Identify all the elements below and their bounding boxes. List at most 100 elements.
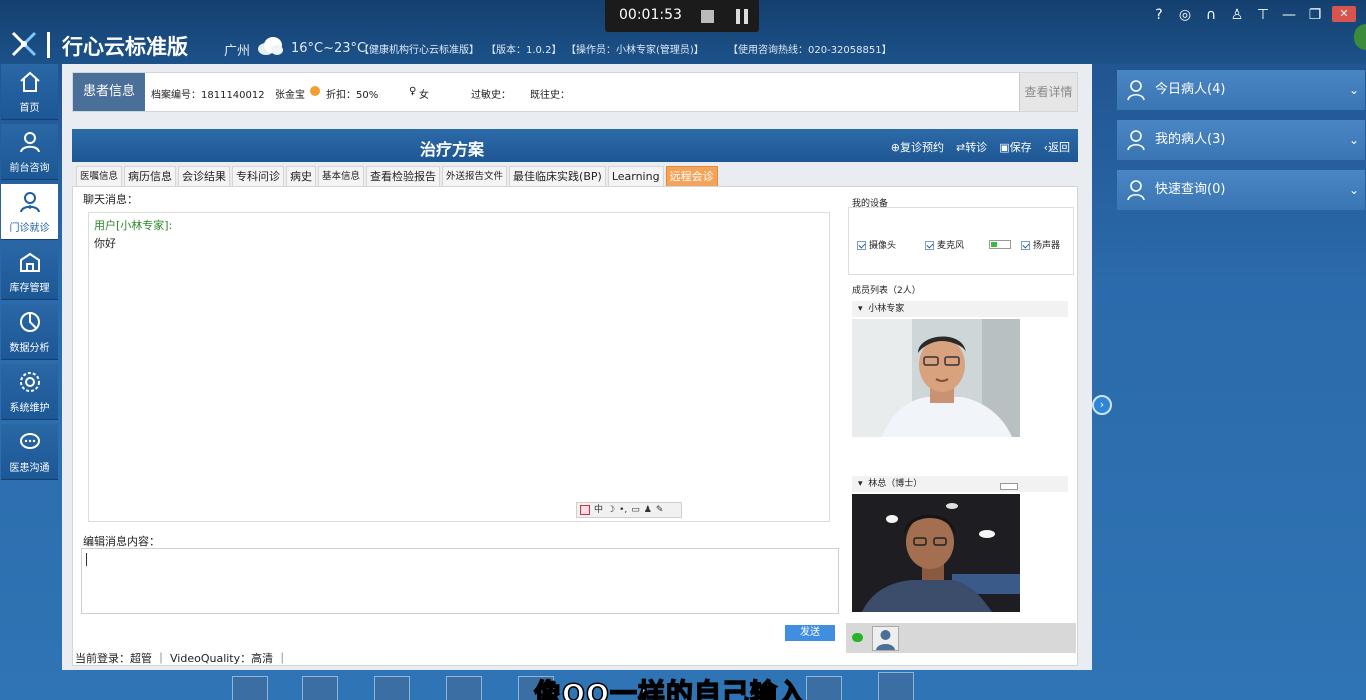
close-icon[interactable]: ✕	[1332, 6, 1356, 22]
nav-item-reception[interactable]: 前台咨询	[1, 124, 58, 180]
toolbar-window-icon[interactable]	[302, 676, 338, 700]
recording-time: 00:01:53	[619, 7, 682, 23]
transfer-button[interactable]: ⇄转诊	[956, 139, 987, 155]
tab-orders[interactable]: 医嘱信息	[76, 166, 123, 186]
member-row[interactable]: ▾ 林总（博士）	[852, 476, 1068, 492]
member-name: 小林专家	[868, 304, 905, 314]
punctuation-icon[interactable]: •,	[619, 503, 627, 517]
wechat-icon[interactable]: ◎	[1176, 6, 1194, 24]
wrench-icon[interactable]: ✎	[656, 503, 664, 517]
message-text: 你好	[94, 237, 116, 250]
user-avatar-icon	[876, 630, 895, 650]
toolbar-report-icon[interactable]	[232, 676, 268, 700]
chat-toolbar: 中 ☽ •, ▭ ♟ ✎	[576, 502, 682, 518]
person-icon[interactable]: ♟	[644, 503, 652, 517]
tab-best-practice[interactable]: 最佳临床实践(BP)	[509, 166, 606, 186]
app-title: 行心云标准版	[62, 35, 188, 59]
plan-title: 治疗方案	[419, 140, 484, 159]
shirt-icon[interactable]: ⊤	[1254, 6, 1272, 24]
message-input[interactable]	[81, 548, 839, 614]
history-label: 既往史：	[530, 90, 570, 101]
tab-consult-result[interactable]: 会诊结果	[178, 166, 231, 186]
chat-messages[interactable]: 用户[小林专家]: 你好 中 ☽ •, ▭ ♟ ✎	[88, 212, 830, 522]
temperature-label: 16°C~23°C	[291, 41, 367, 56]
doctor-icon	[19, 192, 40, 213]
member-name: 林总（博士）	[868, 479, 923, 489]
nav-label: 系统维护	[9, 403, 50, 414]
tab-strip: 医嘱信息 病历信息 会诊结果 专科问诊 病史 基本信息 查看检验报告 外送报告文…	[76, 166, 718, 186]
restore-icon[interactable]: ❐	[1306, 6, 1324, 24]
chinese-input-icon[interactable]: 中	[594, 503, 603, 517]
left-nav: 首页 前台咨询 门诊就诊 库存管理 数据分析 系统维护 医患沟通	[0, 64, 60, 700]
nav-item-home[interactable]: 首页	[1, 64, 58, 120]
plus-icon: ⊕	[890, 141, 900, 154]
save-button[interactable]: ▣保存	[999, 139, 1031, 155]
my-patients-item[interactable]: 我的病人(3) ⌄	[1117, 120, 1365, 160]
reception-icon	[19, 132, 40, 153]
nav-label: 首页	[19, 103, 40, 114]
back-button[interactable]: ‹返回	[1044, 139, 1070, 155]
speaker-checkbox[interactable]: 扬声器	[1021, 238, 1060, 251]
view-detail-button[interactable]: 查看详情	[1019, 73, 1077, 111]
keyboard-icon[interactable]: ▭	[631, 503, 640, 517]
video-feed	[852, 494, 1020, 612]
moon-icon[interactable]: ☽	[607, 503, 615, 517]
video-feed	[852, 319, 1020, 437]
quick-search-item[interactable]: 快速查询(0) ⌄	[1117, 170, 1365, 210]
headset-icon[interactable]: ∩	[1202, 6, 1220, 24]
patient-name: 张金宝	[275, 90, 305, 101]
help-icon[interactable]: ?	[1150, 6, 1168, 24]
consult-content: 聊天消息： 用户[小林专家]: 你好 中 ☽ •, ▭ ♟ ✎ 编辑消息内容： …	[72, 186, 1078, 666]
patient-icon	[1127, 80, 1145, 101]
chat-label: 聊天消息：	[83, 193, 138, 206]
version-label: 【版本：1.0.2】	[486, 45, 562, 56]
logo-separator	[47, 32, 50, 58]
followup-button[interactable]: ⊕复诊预约	[891, 139, 944, 155]
home-icon	[19, 71, 40, 92]
checkbox-icon	[857, 241, 866, 250]
nav-item-system[interactable]: 系统维护	[1, 364, 58, 420]
toolbar-edit-icon[interactable]	[878, 672, 914, 700]
transfer-icon: ⇄	[955, 141, 966, 154]
today-patients-item[interactable]: 今日病人(4) ⌄	[1117, 70, 1365, 110]
save-label: 保存	[1009, 141, 1032, 154]
chevron-down-icon: ⌄	[1348, 83, 1359, 97]
tab-basic-info[interactable]: 基本信息	[318, 166, 365, 186]
transfer-label: 转诊	[965, 141, 988, 154]
tab-specialty[interactable]: 专科问诊	[232, 166, 285, 186]
nav-item-outpatient[interactable]: 门诊就诊	[1, 184, 58, 240]
tab-lab-report[interactable]: 查看检验报告	[366, 166, 441, 186]
tab-history[interactable]: 病史	[286, 166, 317, 186]
chevron-down-icon: ⌄	[1348, 183, 1359, 197]
warehouse-icon	[19, 252, 40, 272]
toolbar-calendar-icon[interactable]	[446, 676, 482, 700]
toolbar-tool-icon[interactable]	[806, 676, 842, 700]
minimize-icon[interactable]: —	[1280, 6, 1298, 24]
camera-checkbox[interactable]: 摄像头	[857, 238, 896, 251]
main-panel: 患者信息 档案编号：1811140012 张金宝 折扣：50% ♀ 女 过敏史：…	[62, 64, 1092, 670]
nav-item-analysis[interactable]: 数据分析	[1, 304, 58, 360]
toolbar-list-icon[interactable]	[374, 676, 410, 700]
avatar[interactable]	[872, 626, 899, 651]
logo-icon	[11, 31, 37, 57]
format-icon[interactable]	[580, 505, 590, 515]
mic-checkbox[interactable]: 麦克风	[925, 238, 964, 251]
stop-icon[interactable]	[701, 10, 714, 23]
tab-medical-record[interactable]: 病历信息	[124, 166, 177, 186]
nav-item-communication[interactable]: 医患沟通	[1, 424, 58, 480]
member-row[interactable]: ▾ 小林专家	[852, 301, 1068, 317]
hotline-label: 【使用咨询热线：020-32058851】	[728, 45, 892, 56]
chat-icon	[19, 433, 40, 449]
tab-remote-consult[interactable]: 远程会诊	[665, 166, 718, 186]
member-audio-meter	[1000, 483, 1018, 490]
tab-external-report[interactable]: 外送报告文件	[442, 166, 508, 186]
user-icon[interactable]: ♙	[1228, 6, 1246, 24]
send-button[interactable]: 发送	[785, 625, 835, 641]
nav-item-inventory[interactable]: 库存管理	[1, 244, 58, 300]
cloud-icon	[258, 37, 283, 55]
pause-icon[interactable]	[735, 9, 749, 24]
tab-learning[interactable]: Learning	[607, 166, 664, 186]
devices-box: 摄像头 麦克风 扬声器	[848, 207, 1074, 275]
video-subtitle: 像QQ一样的自己输入	[533, 678, 806, 700]
expand-panel-button[interactable]: ›	[1092, 395, 1112, 415]
